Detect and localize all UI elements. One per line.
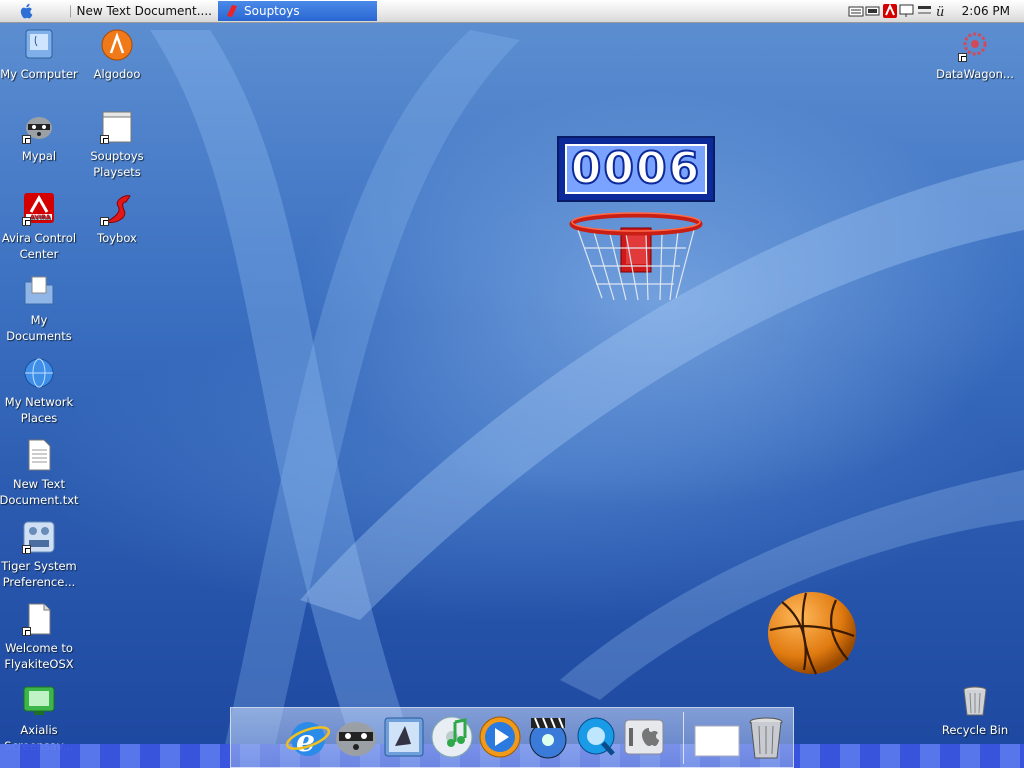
media-player-icon	[479, 716, 521, 758]
itunes-icon	[431, 716, 473, 758]
shortcut-arrow-icon	[100, 217, 109, 226]
taskbar-label: New Text Document....	[76, 4, 213, 18]
basketball-ball[interactable]	[766, 590, 858, 676]
dock-item-dvd-player[interactable]	[525, 714, 571, 760]
shortcut-arrow-icon	[22, 135, 31, 144]
desktop-icon-new-text-document[interactable]: New Text Document.txt	[0, 438, 82, 508]
algodoo-icon	[101, 29, 133, 61]
svg-text:ü: ü	[936, 5, 944, 19]
desktop-icon-souptoys-playsets[interactable]: Souptoys Playsets	[74, 110, 160, 180]
desktop-icon-tiger-system-preferences[interactable]: Tiger System Preference...	[0, 520, 82, 590]
notepad-icon	[70, 4, 71, 18]
shortcut-arrow-icon	[22, 545, 31, 554]
dock-item-trash[interactable]	[743, 714, 789, 760]
mypal-icon	[336, 722, 376, 756]
desktop-icon-avira[interactable]: AVIRA Avira Control Center	[0, 192, 82, 262]
svg-text:AVIRA: AVIRA	[30, 214, 51, 221]
dock-item-mail[interactable]	[381, 714, 427, 760]
desktop-icon-welcome-flyakite[interactable]: Welcome to FlyakiteOSX	[0, 602, 82, 672]
score-value: 0006	[570, 143, 702, 194]
internet-explorer-icon: e	[285, 722, 331, 759]
apple-menu-icon[interactable]	[18, 3, 36, 20]
desktop-icon-toybox[interactable]: Toybox	[74, 192, 160, 246]
desktop-icon-datawagon[interactable]: DataWagon...	[932, 28, 1018, 82]
keyboard-icon[interactable]	[848, 3, 864, 19]
shortcut-arrow-icon	[100, 135, 109, 144]
mail-icon	[384, 717, 424, 757]
desktop-icon-recycle-bin[interactable]: Recycle Bin	[932, 684, 1018, 738]
souptoys-icon	[227, 5, 237, 17]
basketball-hoop	[569, 212, 703, 301]
quicktime-icon	[577, 717, 615, 756]
desktop-icon-my-computer[interactable]: My Computer	[0, 28, 82, 82]
folder-icon	[24, 276, 54, 305]
desktop-icon-my-documents[interactable]: My Documents	[0, 274, 82, 344]
battery-icon[interactable]	[864, 3, 882, 19]
taskbar-button-souptoys[interactable]: Souptoys	[218, 1, 377, 21]
taskbar-button-text-document[interactable]: New Text Document....	[64, 1, 213, 21]
shortcut-arrow-icon	[22, 217, 31, 226]
monitor-icon[interactable]	[898, 3, 916, 19]
desktop-icon-algodoo[interactable]: Algodoo	[74, 28, 160, 82]
dock-item-media-player[interactable]	[477, 714, 523, 760]
dock-item-internet-explorer[interactable]: e	[285, 714, 331, 760]
network-icon[interactable]	[916, 3, 934, 19]
system-preferences-icon	[624, 719, 664, 755]
clock[interactable]: 2:06 PM	[962, 4, 1010, 18]
desktop-icon-network-places[interactable]: My Network Places	[0, 356, 82, 426]
dock: e	[230, 707, 794, 768]
finder-computer-icon	[25, 29, 53, 59]
dvd-player-icon	[529, 717, 567, 759]
trash-icon	[749, 717, 783, 759]
system-tray: ü	[848, 3, 948, 19]
user-icon[interactable]: ü	[934, 3, 948, 19]
globe-icon	[24, 358, 54, 388]
dock-item-system-preferences[interactable]	[621, 714, 667, 760]
screensaver-icon	[23, 686, 55, 715]
desktop-icon-mypal[interactable]: Mypal	[0, 110, 82, 164]
recycle-bin-icon	[963, 686, 987, 716]
dock-item-quicktime[interactable]	[573, 714, 619, 760]
dock-item-mypal[interactable]	[333, 714, 379, 760]
window-icon	[694, 725, 740, 757]
menubar: New Text Document.... Souptoys ü 2:06 PM	[0, 0, 1024, 23]
basketball-scoreboard: 0006	[557, 136, 715, 202]
dock-item-itunes[interactable]	[429, 714, 475, 760]
avira-icon[interactable]	[882, 3, 898, 19]
dock-item-window[interactable]	[693, 714, 741, 760]
shortcut-arrow-icon	[958, 53, 967, 62]
dock-separator	[683, 712, 684, 764]
shortcut-arrow-icon	[22, 627, 31, 636]
text-file-icon	[28, 439, 51, 471]
taskbar-label: Souptoys	[244, 4, 300, 18]
